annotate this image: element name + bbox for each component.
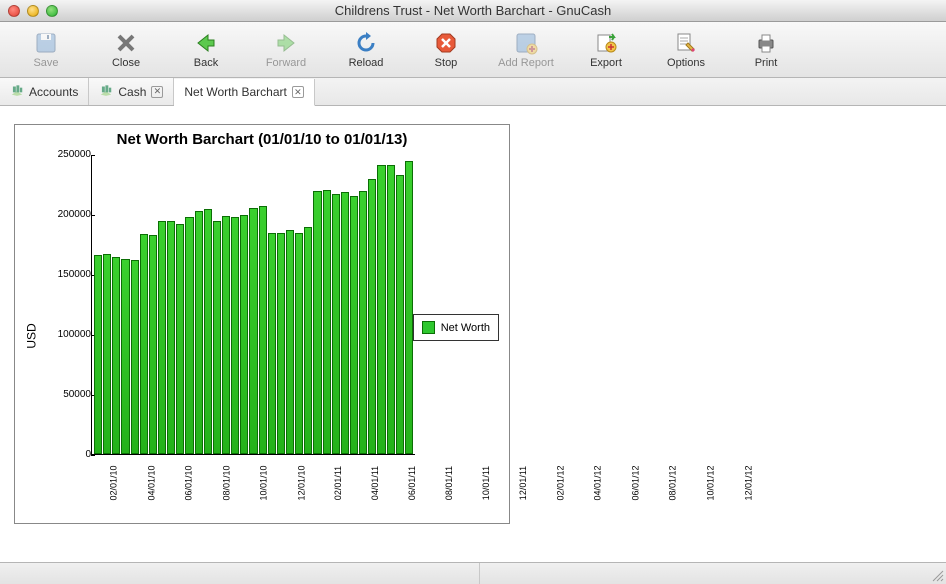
chart-panel: Net Worth Barchart (01/01/10 to 01/01/13…: [14, 124, 510, 524]
chart-title: Net Worth Barchart (01/01/10 to 01/01/13…: [15, 131, 509, 148]
bar: [149, 235, 157, 454]
bar: [167, 221, 175, 454]
export-icon: [594, 31, 618, 55]
bar: [222, 216, 230, 454]
bar: [240, 215, 248, 454]
print-button[interactable]: Print: [726, 25, 806, 75]
ledger-icon: [10, 83, 24, 100]
bar: [158, 221, 166, 454]
reload-icon: [354, 31, 378, 55]
bar: [286, 230, 294, 454]
save-button: Save: [6, 25, 86, 75]
y-axis-ticks: 050000100000150000200000250000: [35, 155, 91, 455]
bar: [313, 191, 321, 454]
bar: [121, 259, 129, 454]
bar: [341, 192, 349, 454]
x-axis-ticks: 02/01/10 04/01/10 06/01/10 08/01/10 10/0…: [91, 457, 415, 513]
legend-swatch: [422, 321, 435, 334]
toolbar-label: Save: [33, 57, 58, 69]
bar: [359, 191, 367, 454]
status-bar: [0, 562, 946, 584]
bar: [368, 179, 376, 454]
tab-bar: Accounts Cash ✕ Net Worth Barchart ✕: [0, 78, 946, 106]
bar: [249, 208, 257, 454]
add-report-button: Add Report: [486, 25, 566, 75]
main-toolbar: Save Close Back Forward Reload Stop Add Report…: [0, 22, 946, 78]
save-icon: [34, 31, 58, 55]
tab-label: Net Worth Barchart: [184, 85, 286, 99]
bar: [131, 260, 139, 454]
y-tick-label: 100000: [35, 329, 91, 340]
bar: [323, 190, 331, 454]
close-icon: [114, 31, 138, 55]
y-tick-label: 0: [35, 449, 91, 460]
bar: [405, 161, 413, 454]
bar: [176, 224, 184, 454]
bar: [377, 165, 385, 454]
x-tick-label: 12/01/12: [743, 465, 799, 500]
close-tab-icon[interactable]: ✕: [151, 86, 163, 98]
bar: [268, 233, 276, 454]
forward-button: Forward: [246, 25, 326, 75]
back-icon: [194, 31, 218, 55]
bar: [350, 196, 358, 454]
toolbar-label: Options: [667, 57, 705, 69]
bar: [204, 209, 212, 454]
plot-area: [91, 155, 415, 455]
toolbar-label: Add Report: [498, 57, 554, 69]
window-title: Childrens Trust - Net Worth Barchart - G…: [0, 3, 946, 18]
window-titlebar: Childrens Trust - Net Worth Barchart - G…: [0, 0, 946, 22]
ledger-icon: [99, 83, 113, 100]
close-tab-icon[interactable]: ✕: [292, 86, 304, 98]
bar: [112, 257, 120, 454]
options-icon: [674, 31, 698, 55]
print-icon: [754, 31, 778, 55]
y-tick-label: 50000: [35, 389, 91, 400]
reload-button[interactable]: Reload: [326, 25, 406, 75]
bar: [94, 255, 102, 454]
resize-grip-icon[interactable]: [930, 568, 944, 582]
report-area: Net Worth Barchart (01/01/10 to 01/01/13…: [0, 106, 946, 562]
toolbar-label: Stop: [435, 57, 458, 69]
bar: [259, 206, 267, 454]
tab-cash[interactable]: Cash ✕: [89, 78, 174, 105]
toolbar-label: Reload: [349, 57, 384, 69]
stop-icon: [434, 31, 458, 55]
add-report-icon: [514, 31, 538, 55]
toolbar-label: Export: [590, 57, 622, 69]
bar: [140, 234, 148, 454]
options-button[interactable]: Options: [646, 25, 726, 75]
tab-net-worth-barchart[interactable]: Net Worth Barchart ✕: [174, 79, 314, 106]
export-button[interactable]: Export: [566, 25, 646, 75]
toolbar-label: Back: [194, 57, 218, 69]
y-tick-label: 200000: [35, 209, 91, 220]
legend-label: Net Worth: [441, 322, 490, 334]
close-button[interactable]: Close: [86, 25, 166, 75]
bar-container: [92, 155, 415, 454]
bar: [295, 233, 303, 454]
tab-label: Accounts: [29, 85, 78, 99]
tab-accounts[interactable]: Accounts: [0, 78, 89, 105]
toolbar-label: Print: [755, 57, 778, 69]
status-pane: [0, 563, 480, 584]
toolbar-label: Forward: [266, 57, 306, 69]
forward-icon: [274, 31, 298, 55]
tab-label: Cash: [118, 85, 146, 99]
bar: [185, 217, 193, 454]
stop-button[interactable]: Stop: [406, 25, 486, 75]
bar: [332, 194, 340, 454]
bar: [387, 165, 395, 454]
bar: [304, 227, 312, 454]
back-button[interactable]: Back: [166, 25, 246, 75]
bar: [103, 254, 111, 454]
bar: [213, 221, 221, 454]
y-tick-label: 150000: [35, 269, 91, 280]
bar: [231, 217, 239, 454]
bar: [277, 233, 285, 454]
y-tick-label: 250000: [35, 149, 91, 160]
bar: [396, 175, 404, 454]
chart-legend: Net Worth: [413, 314, 499, 341]
bar: [195, 211, 203, 454]
toolbar-label: Close: [112, 57, 140, 69]
